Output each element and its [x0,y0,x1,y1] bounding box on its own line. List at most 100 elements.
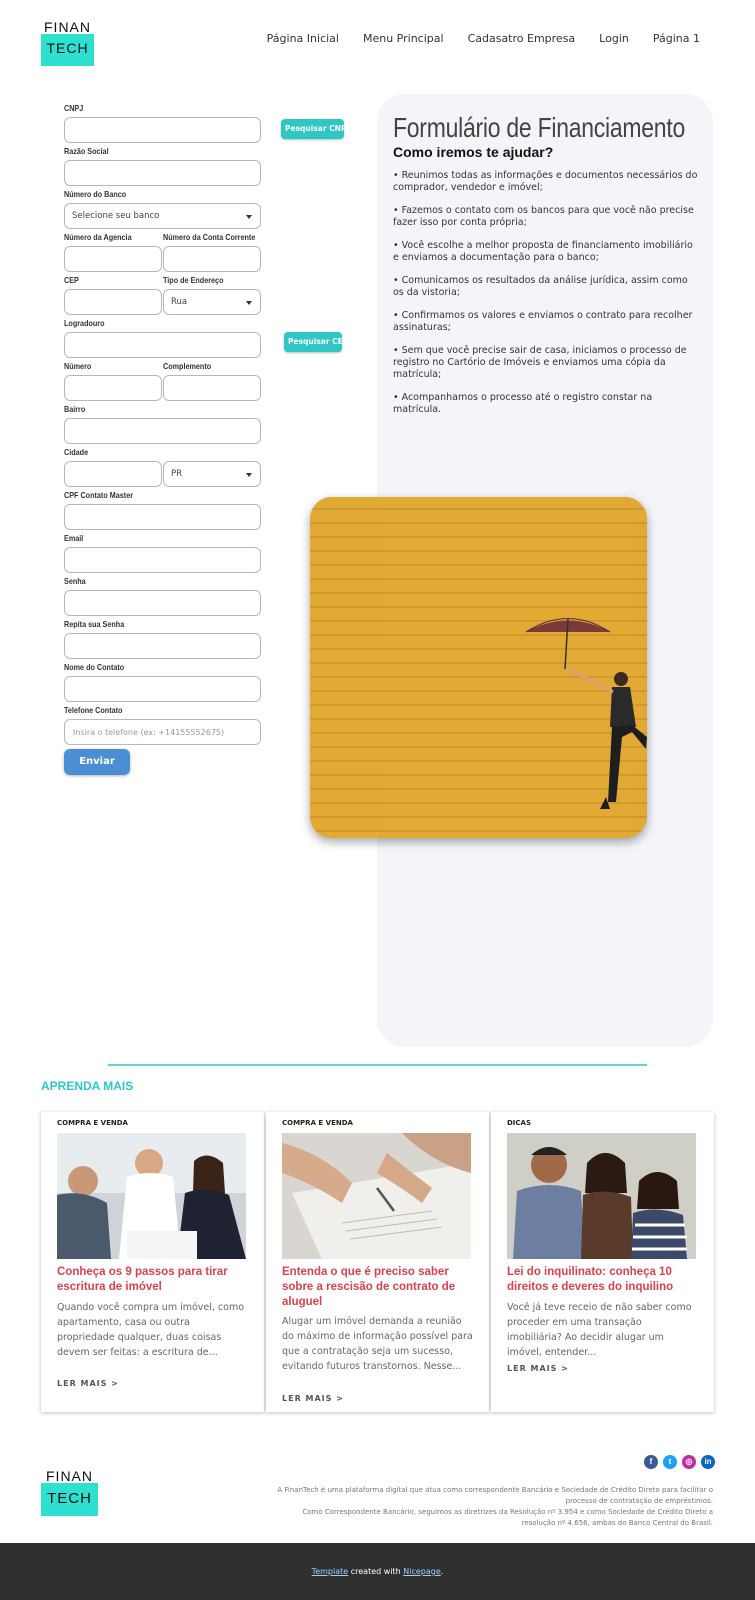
cnpj-input[interactable] [64,117,261,143]
contact-name-input[interactable] [64,676,261,702]
search-cnpj-button[interactable]: Pesquisar CNPJ [281,119,349,139]
razao-social-input[interactable] [64,160,261,186]
facebook-icon[interactable]: f [644,1455,658,1469]
read-more-link[interactable]: LER MAIS > [507,1364,569,1373]
chevron-down-icon [246,215,252,219]
list-item: • Reunimos todas as informações e docume… [393,170,698,193]
razao-social-label: Razão Social [64,146,109,156]
benefits-list: • Reunimos todas as informações e docume… [393,170,699,427]
list-item: • Fazemos o contato com os bancos para q… [393,205,694,228]
disclaimer-line-1: A FinanTech é uma plataforma digital que… [277,1486,713,1505]
phone-placeholder: Insira o telefone (ex: +14155552675) [73,728,225,737]
nav-pagina-1[interactable]: Página 1 [653,32,700,45]
city-label: Cidade [64,447,89,457]
phone-label: Telefone Contato [64,705,123,715]
email-field[interactable] [64,547,261,573]
logo-text-bottom: TECH [41,34,94,66]
cep-input[interactable] [64,289,162,315]
submit-button[interactable]: Enviar [64,749,130,775]
bank-select-value: Selecione seu banco [72,211,160,221]
footer-disclaimer: A FinanTech é uma plataforma digital que… [273,1485,713,1529]
panel-subtitle: Como iremos te ajudar? [393,144,554,160]
contract-signing-illustration [282,1133,471,1259]
street-input[interactable] [64,332,261,358]
street-label: Logradouro [64,318,105,328]
article-image[interactable] [57,1133,246,1259]
complement-input[interactable] [163,375,261,401]
cpf-label: CPF Contato Master [64,490,134,500]
nav-menu-principal[interactable]: Menu Principal [363,32,444,45]
list-item: • Confirmamos os valores e enviamos o co… [393,310,693,333]
list-item: • Acompanhamos o processo até o registro… [393,392,653,415]
chevron-down-icon [246,301,252,305]
neighborhood-input[interactable] [64,418,261,444]
main-nav: Página Inicial Menu Principal Cadasatro … [267,32,700,45]
logo-text-top: FINAN [44,19,91,35]
cep-label: CEP [64,275,79,285]
credit-text: Template created with Nicepage. [0,1567,755,1576]
agency-input[interactable] [64,246,162,272]
section-divider [108,1064,647,1066]
linkedin-icon[interactable]: in [701,1455,715,1469]
cpf-input[interactable] [64,504,261,530]
article-excerpt: Quando você compra um imóvel, como apart… [57,1302,245,1358]
address-type-label: Tipo de Endereço [163,275,224,285]
nicepage-link[interactable]: Nicepage [403,1567,441,1576]
contact-name-label: Nome do Contato [64,662,125,672]
article-category: COMPRA E VENDA [282,1119,353,1127]
list-item: • Você escolhe a melhor proposta de fina… [393,240,693,263]
footer-bar: Template created with Nicepage. [0,1543,755,1600]
address-type-select[interactable]: Rua [163,289,261,315]
site-logo[interactable]: FINAN TECH [41,19,94,66]
footer-logo-text-bottom: TECH [41,1483,98,1516]
chevron-down-icon [246,473,252,477]
read-more-link[interactable]: LER MAIS > [57,1379,119,1388]
state-select[interactable]: PR [163,461,261,487]
neighborhood-label: Bairro [64,404,86,414]
bank-select[interactable]: Selecione seu banco [64,203,261,229]
disclaimer-line-2: Como Correspondente Bancário, seguimos a… [302,1508,713,1527]
repeat-password-field[interactable] [64,633,261,659]
umbrella-woman-image [310,497,647,838]
account-input[interactable] [163,246,261,272]
number-label: Número [64,361,92,371]
number-input[interactable] [64,375,162,401]
article-card[interactable]: COMPRA E VENDA Conheça os 9 passos para … [41,1112,264,1412]
article-title[interactable]: Entenda o que é preciso saber sobre a re… [282,1265,474,1310]
couple-signing-illustration [57,1133,246,1259]
article-card[interactable]: DICAS Lei do inquilinato: conheça 10 dir… [491,1112,714,1412]
wood-wall-illustration [310,497,647,838]
family-illustration [507,1133,696,1259]
account-label: Número da Conta Corrente [163,232,256,242]
agency-label: Número da Agencia [64,232,132,242]
phone-input[interactable]: Insira o telefone (ex: +14155552675) [64,719,261,745]
nav-login[interactable]: Login [599,32,629,45]
complement-label: Complemento [163,361,212,371]
nav-pagina-inicial[interactable]: Página Inicial [267,32,339,45]
twitter-icon[interactable]: t [663,1455,677,1469]
password-field[interactable] [64,590,261,616]
email-label: Email [64,533,84,543]
template-link[interactable]: Template [312,1567,349,1576]
page-title: Formulário de Financiamento [393,112,685,143]
state-select-value: PR [171,469,183,479]
article-image[interactable] [282,1133,471,1259]
article-title[interactable]: Conheça os 9 passos para tirar escritura… [57,1265,249,1295]
list-item: • Comunicamos os resultados da análise j… [393,275,688,298]
article-title[interactable]: Lei do inquilinato: conheça 10 direitos … [507,1265,699,1295]
social-links: f t ◎ in [644,1455,715,1469]
credit-mid: created with [348,1567,404,1576]
search-cep-button[interactable]: Pesquisar CEP [284,332,348,352]
repeat-password-label: Repita sua Senha [64,619,125,629]
article-card[interactable]: COMPRA E VENDA Entenda o que é preciso s… [266,1112,489,1412]
article-excerpt: Alugar um imóvel demanda a reunião do má… [282,1316,473,1372]
read-more-link[interactable]: LER MAIS > [282,1394,344,1403]
article-image[interactable] [507,1133,696,1259]
instagram-icon[interactable]: ◎ [682,1455,696,1469]
article-excerpt: Você já teve receio de não saber como pr… [507,1302,692,1358]
nav-cadastro-empresa[interactable]: Cadasatro Empresa [468,32,576,45]
cnpj-label: CNPJ [64,103,84,113]
city-input[interactable] [64,461,162,487]
footer-logo-text-top: FINAN [46,1468,93,1484]
footer-logo[interactable]: FINAN TECH [41,1468,98,1516]
